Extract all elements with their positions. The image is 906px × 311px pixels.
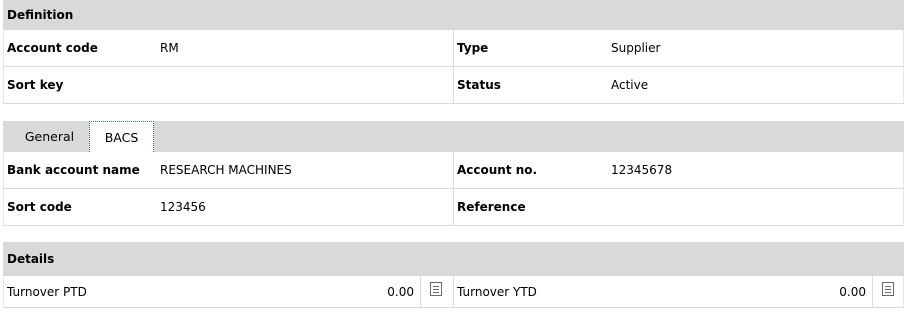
turnover-ytd-drilldown[interactable] bbox=[872, 276, 903, 307]
reference-label: Reference bbox=[457, 200, 526, 214]
sort-key-label: Sort key bbox=[7, 78, 64, 92]
status-value: Active bbox=[611, 78, 649, 92]
tab-bacs-label: BACS bbox=[104, 129, 139, 145]
bank-account-name-value: RESEARCH MACHINES bbox=[160, 163, 292, 177]
details-header: Details bbox=[3, 242, 904, 276]
type-label: Type bbox=[457, 41, 489, 55]
sort-code-value: 123456 bbox=[160, 200, 206, 214]
turnover-ytd-value: 0.00 bbox=[839, 284, 866, 299]
turnover-ptd-drilldown[interactable] bbox=[420, 276, 451, 307]
sort-key-row: Sort key Status Active bbox=[3, 67, 904, 104]
account-code-row: Account code RM Type Supplier bbox=[3, 30, 904, 67]
bank-account-name-label: Bank account name bbox=[7, 163, 140, 177]
account-code-label: Account code bbox=[7, 41, 98, 55]
tab-general-label: General bbox=[24, 129, 75, 144]
account-no-value: 12345678 bbox=[611, 163, 673, 177]
account-code-value: RM bbox=[160, 41, 179, 55]
column-divider bbox=[453, 276, 454, 307]
sort-code-row: Sort code 123456 Reference bbox=[3, 189, 904, 226]
turnover-row: Turnover PTD 0.00 Turnover YTD 0.00 bbox=[3, 276, 904, 308]
document-icon bbox=[430, 282, 442, 296]
status-label: Status bbox=[457, 78, 501, 92]
column-divider bbox=[453, 67, 454, 103]
tab-general[interactable]: General bbox=[11, 121, 88, 152]
turnover-ytd-label: Turnover YTD bbox=[457, 284, 537, 299]
tab-bar: General BACS bbox=[3, 121, 904, 152]
column-divider bbox=[453, 152, 454, 188]
turnover-ptd-value: 0.00 bbox=[387, 284, 414, 299]
type-value: Supplier bbox=[611, 41, 661, 55]
bank-account-name-row: Bank account name RESEARCH MACHINES Acco… bbox=[3, 152, 904, 189]
sort-code-label: Sort code bbox=[7, 200, 72, 214]
account-no-label: Account no. bbox=[457, 163, 538, 177]
definition-header: Definition bbox=[3, 0, 904, 30]
document-icon bbox=[882, 282, 894, 296]
definition-header-label: Definition bbox=[7, 8, 74, 22]
column-divider bbox=[453, 189, 454, 225]
tab-bacs[interactable]: BACS bbox=[89, 121, 154, 152]
account-form: Definition Account code RM Type Supplier… bbox=[0, 0, 906, 311]
column-divider bbox=[453, 30, 454, 66]
details-header-label: Details bbox=[7, 252, 55, 266]
turnover-ptd-label: Turnover PTD bbox=[7, 284, 87, 299]
